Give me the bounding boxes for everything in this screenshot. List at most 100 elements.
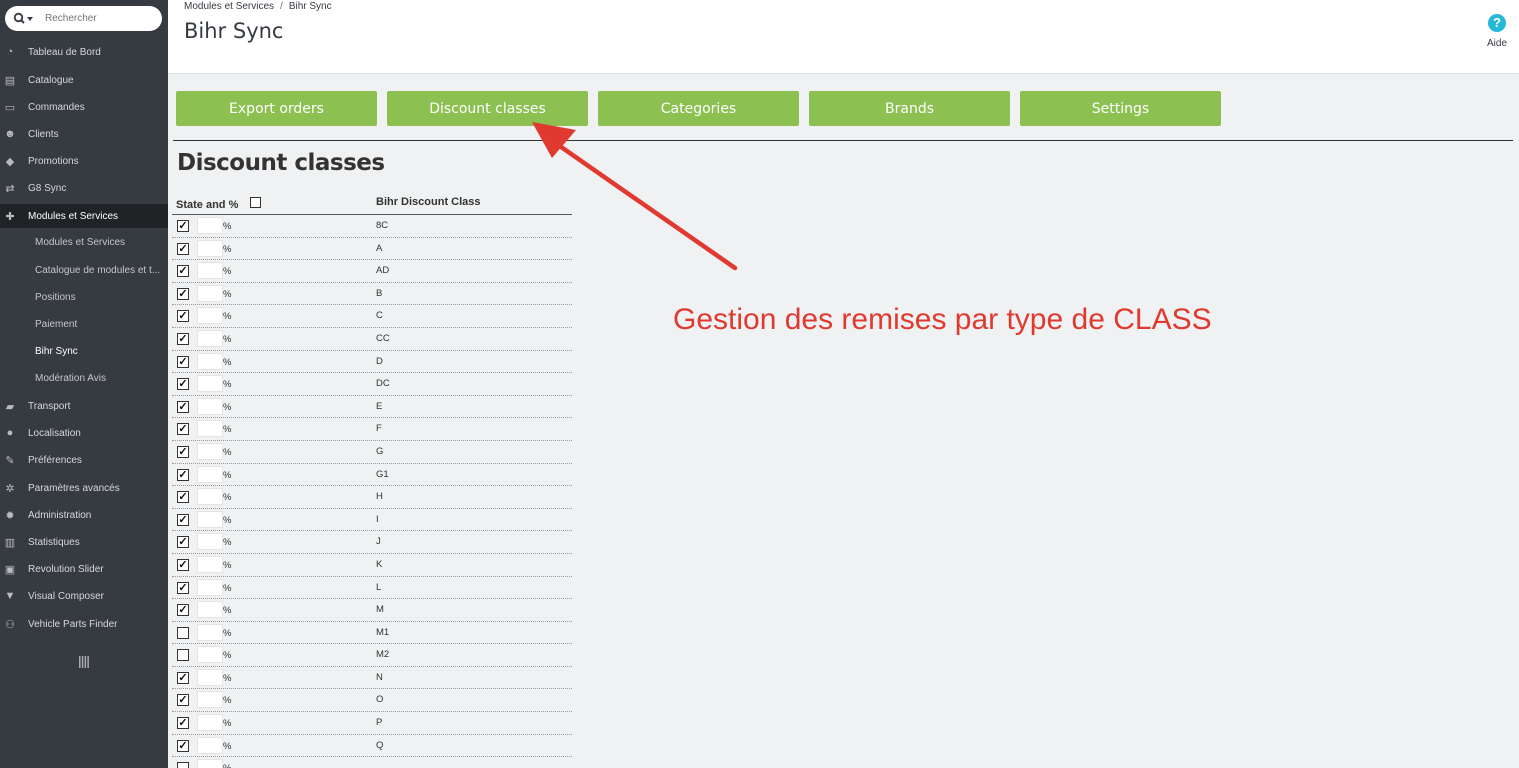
discount-percent-input[interactable] [197, 714, 223, 732]
discount-percent-input[interactable] [197, 239, 223, 257]
row-state-checkbox[interactable]: ✓ [177, 332, 189, 345]
row-state-checkbox[interactable]: ✓ [177, 717, 189, 730]
discount-percent-input[interactable] [197, 601, 223, 619]
table-row: ✓% M [172, 599, 572, 622]
sidebar-item-revolution-slider[interactable]: ▣ Revolution Slider [0, 557, 168, 581]
sidebar-item-commandes[interactable]: ▭ Commandes [0, 95, 168, 119]
sidebar-item-vehicle-parts-finder[interactable]: ⚇ Vehicle Parts Finder [0, 612, 168, 636]
row-state-checkbox[interactable]: ✓ [177, 694, 189, 707]
row-state-checkbox[interactable]: ✓ [177, 310, 189, 323]
discount-percent-input[interactable] [197, 217, 223, 234]
help-icon[interactable]: ? [1488, 14, 1506, 32]
help-label[interactable]: Aide [1485, 38, 1509, 49]
row-state-checkbox[interactable]: ✓ [177, 242, 189, 255]
row-state-checkbox[interactable] [177, 762, 189, 768]
search-input[interactable] [45, 10, 155, 27]
row-state-checkbox[interactable]: ✓ [177, 265, 189, 278]
sidebar-item-pr-f-rences[interactable]: ✎ Préférences [0, 448, 168, 472]
discount-percent-input[interactable] [197, 375, 223, 393]
row-state-checkbox[interactable]: ✓ [177, 581, 189, 594]
search-icon[interactable] [13, 12, 35, 26]
row-state-checkbox[interactable]: ✓ [177, 739, 189, 752]
sidebar-item-statistiques[interactable]: ▥ Statistiques [0, 530, 168, 554]
percent-sign: % [223, 718, 232, 730]
sidebar-item-label: Commandes [28, 101, 85, 113]
percent-sign: % [223, 266, 232, 278]
row-state-checkbox[interactable]: ✓ [177, 423, 189, 436]
discount-percent-input[interactable] [197, 510, 223, 528]
select-all-checkbox[interactable] [250, 197, 261, 208]
row-state-checkbox[interactable]: ✓ [177, 400, 189, 413]
table-row: ✓% I [172, 509, 572, 532]
row-state-checkbox[interactable] [177, 626, 189, 639]
discount-percent-input[interactable] [197, 262, 223, 280]
row-state-checkbox[interactable]: ✓ [177, 220, 189, 232]
sidebar-item-administration[interactable]: ✹ Administration [0, 503, 168, 527]
discount-percent-input[interactable] [197, 397, 223, 415]
discount-percent-input[interactable] [197, 307, 223, 325]
discount-class-name: B [376, 287, 383, 299]
discount-percent-input[interactable] [197, 555, 223, 573]
row-state-checkbox[interactable]: ✓ [177, 491, 189, 504]
truck-icon: ▰ [5, 400, 15, 413]
percent-sign: % [223, 401, 232, 413]
discount-percent-input[interactable] [197, 465, 223, 483]
discount-percent-input[interactable] [197, 488, 223, 506]
discount-percent-input[interactable] [197, 646, 223, 664]
discount-percent-input[interactable] [197, 533, 223, 551]
submenu-item[interactable]: Catalogue de modules et t... [0, 258, 168, 282]
tab-settings[interactable]: Settings [1020, 91, 1221, 126]
discount-percent-input[interactable] [197, 284, 223, 302]
row-state-checkbox[interactable] [177, 649, 189, 662]
discount-percent-input[interactable] [197, 578, 223, 596]
sidebar-item-localisation[interactable]: ● Localisation [0, 421, 168, 445]
discount-percent-input[interactable] [197, 352, 223, 370]
sidebar-item-param-tres-avanc-s[interactable]: ✲ Paramètres avancés [0, 476, 168, 500]
sidebar-item-modules-et-services[interactable]: ✚ Modules et Services [0, 204, 168, 228]
submenu-item[interactable]: Positions [0, 285, 168, 309]
row-state-checkbox[interactable]: ✓ [177, 558, 189, 571]
row-state-checkbox[interactable]: ✓ [177, 287, 189, 300]
discount-percent-input[interactable] [197, 623, 223, 641]
sidebar-item-promotions[interactable]: ◆ Promotions [0, 149, 168, 173]
row-state-checkbox[interactable]: ✓ [177, 513, 189, 526]
discount-percent-input[interactable] [197, 736, 223, 754]
row-state-checkbox[interactable]: ✓ [177, 378, 189, 391]
discount-percent-input[interactable] [197, 759, 223, 768]
row-state-checkbox[interactable]: ✓ [177, 604, 189, 617]
sidebar-item-label: Revolution Slider [28, 563, 104, 575]
sidebar-item-clients[interactable]: ☻ Clients [0, 122, 168, 146]
image-icon: ▣ [4, 563, 16, 576]
row-state-checkbox[interactable]: ✓ [177, 445, 189, 458]
tags-icon: ◆ [5, 155, 15, 168]
tab-export-orders[interactable]: Export orders [176, 91, 377, 126]
discount-percent-input[interactable] [197, 668, 223, 686]
discount-percent-input[interactable] [197, 691, 223, 709]
discount-percent-input[interactable] [197, 442, 223, 460]
credit-card-icon: ▭ [4, 101, 16, 114]
collapse-menu-icon[interactable] [79, 656, 89, 668]
submenu-item[interactable]: Modules et Services [0, 230, 168, 254]
help-button[interactable]: ? Aide [1485, 14, 1509, 49]
breadcrumb-item[interactable]: Modules et Services [184, 1, 274, 12]
row-state-checkbox[interactable]: ✓ [177, 671, 189, 684]
row-state-checkbox[interactable]: ✓ [177, 468, 189, 481]
submenu-item[interactable]: Bihr Sync [0, 339, 168, 363]
row-state-checkbox[interactable]: ✓ [177, 355, 189, 368]
submenu-item[interactable]: Modération Avis [0, 366, 168, 390]
sidebar-item-g8-sync[interactable]: ⇄ G8 Sync [0, 176, 168, 200]
sidebar-item-visual-composer[interactable]: ▼ Visual Composer [0, 584, 168, 608]
discount-percent-input[interactable] [197, 329, 223, 347]
discount-percent-input[interactable] [197, 420, 223, 438]
sidebar-item-transport[interactable]: ▰ Transport [0, 394, 168, 418]
column-header-state: State and % [176, 199, 239, 211]
sidebar-item-tableau-de-bord[interactable]: ◔ Tableau de Bord [0, 40, 168, 64]
search-box[interactable] [5, 6, 162, 31]
sidebar-item-catalogue[interactable]: ▤ Catalogue [0, 68, 168, 92]
sidebar-item-label: Modules et Services [28, 210, 119, 222]
percent-sign: % [223, 379, 232, 391]
submenu-item[interactable]: Paiement [0, 312, 168, 336]
row-state-checkbox[interactable]: ✓ [177, 536, 189, 549]
table-row: ✓% Q [172, 735, 572, 758]
tab-brands[interactable]: Brands [809, 91, 1010, 126]
